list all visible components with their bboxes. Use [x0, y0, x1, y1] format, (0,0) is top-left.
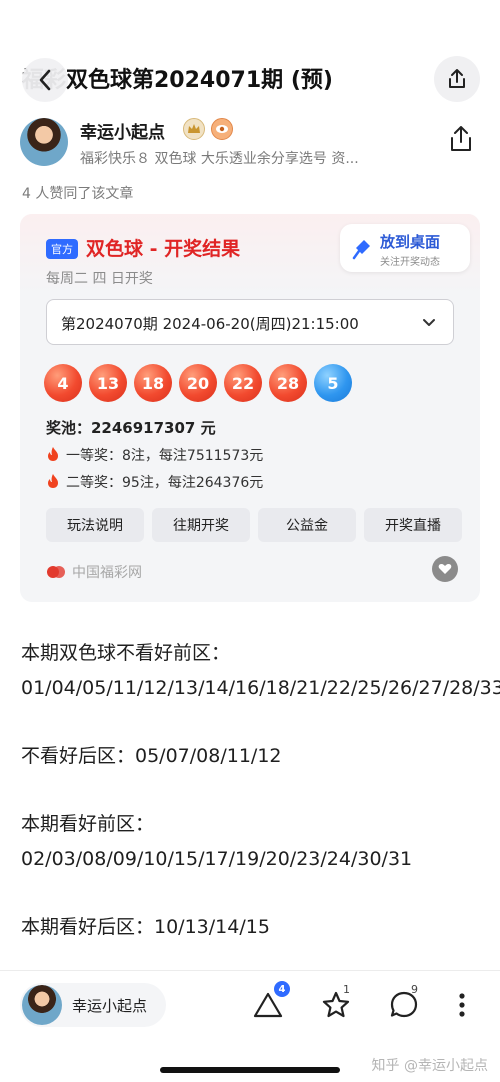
charity-link[interactable]: 公益金: [258, 508, 356, 542]
fire-icon: [48, 447, 58, 461]
fire-icon: [48, 474, 58, 488]
share-button[interactable]: [434, 56, 480, 102]
first-prize: 一等奖：8注，每注7511573元: [46, 445, 263, 465]
watermark: 知乎 @幸运小起点: [371, 1058, 488, 1074]
home-indicator: [160, 1067, 340, 1073]
share-icon[interactable]: [446, 124, 476, 154]
author-avatar: [22, 985, 62, 1025]
source-link[interactable]: 中国福彩网: [46, 562, 142, 582]
red-ball: 4: [44, 364, 82, 402]
period-selected-value: 第2024070期 2024-06-20(周四)21:15:00: [61, 315, 359, 333]
add-to-desktop-button[interactable]: 放到桌面 关注开奖动态: [340, 224, 470, 272]
comment-count: 9: [411, 983, 418, 996]
red-ball: 20: [179, 364, 217, 402]
page-title: 福彩双色球第2024071期 (预): [22, 68, 333, 93]
author-avatar[interactable]: [20, 118, 68, 166]
article-paragraph: 不看好后区：05/07/08/11/12: [21, 745, 282, 767]
likes-count: 4 人赞同了该文章: [22, 186, 134, 202]
article-paragraph: 本期看好后区：10/13/14/15: [21, 916, 270, 938]
more-icon: [459, 993, 465, 1017]
prize-pool: 奖池：2246917307 元: [46, 419, 216, 437]
card-title: 双色球 - 开奖结果: [86, 238, 241, 260]
more-button[interactable]: [452, 989, 472, 1021]
red-ball: 13: [89, 364, 127, 402]
heart-icon: [438, 564, 452, 574]
winning-numbers: 4 13 18 20 22 28 5: [44, 364, 352, 404]
live-link[interactable]: 开奖直播: [364, 508, 462, 542]
share-icon: [449, 69, 465, 88]
blue-ball: 5: [314, 364, 352, 402]
collect-count: 1: [343, 983, 350, 996]
bottom-action-bar: 幸运小起点 4 1 9 知乎 @幸运小起点: [0, 970, 500, 1082]
source-label: 中国福彩网: [72, 565, 142, 581]
first-prize-text: 一等奖：8注，每注7511573元: [66, 448, 264, 464]
article-body: 本期双色球不看好前区：01/04/05/11/12/13/14/16/18/21…: [21, 636, 500, 978]
card-links: 玩法说明 往期开奖 公益金 开奖直播: [46, 508, 462, 542]
upvote-count: 4: [274, 981, 290, 997]
period-select[interactable]: 第2024070期 2024-06-20(周四)21:15:00: [46, 299, 454, 345]
author-description: 福彩快乐８ 双色球 大乐透业余分享选号 资...: [80, 151, 359, 167]
official-tag: 官方: [46, 239, 78, 259]
cwl-logo-icon: [47, 566, 65, 578]
author-row[interactable]: 幸运小起点 福彩快乐８ 双色球 大乐透业余分享选号 资...: [20, 116, 480, 172]
rules-link[interactable]: 玩法说明: [46, 508, 144, 542]
back-icon: [39, 69, 51, 91]
red-ball: 18: [134, 364, 172, 402]
eye-badge-icon: [211, 118, 233, 140]
lottery-result-card: 官方 双色球 - 开奖结果 每周二 四 日开奖 放到桌面 关注开奖动态 第202…: [20, 214, 480, 602]
bottom-author-chip[interactable]: 幸运小起点: [20, 983, 166, 1027]
crown-badge-icon: [183, 118, 205, 140]
back-button[interactable]: [22, 58, 68, 102]
second-prize-text: 二等奖：95注，每注264376元: [66, 475, 264, 491]
bottom-author-name: 幸运小起点: [72, 997, 148, 1015]
chevron-down-icon: [423, 319, 435, 326]
second-prize: 二等奖：95注，每注264376元: [46, 472, 263, 492]
desk-button-sub: 关注开奖动态: [380, 257, 440, 268]
pin-icon: [352, 240, 370, 260]
author-name[interactable]: 幸运小起点: [80, 118, 165, 143]
desk-button-label: 放到桌面: [380, 233, 441, 251]
article-paragraph: 本期看好前区：02/03/08/09/10/15/17/19/20/23/24/…: [21, 813, 413, 870]
red-ball: 22: [224, 364, 262, 402]
draw-schedule: 每周二 四 日开奖: [46, 271, 153, 287]
article-paragraph: 本期双色球不看好前区：01/04/05/11/12/13/14/16/18/21…: [21, 642, 500, 699]
favorite-button[interactable]: [432, 556, 458, 582]
history-link[interactable]: 往期开奖: [152, 508, 250, 542]
red-ball: 28: [269, 364, 307, 402]
